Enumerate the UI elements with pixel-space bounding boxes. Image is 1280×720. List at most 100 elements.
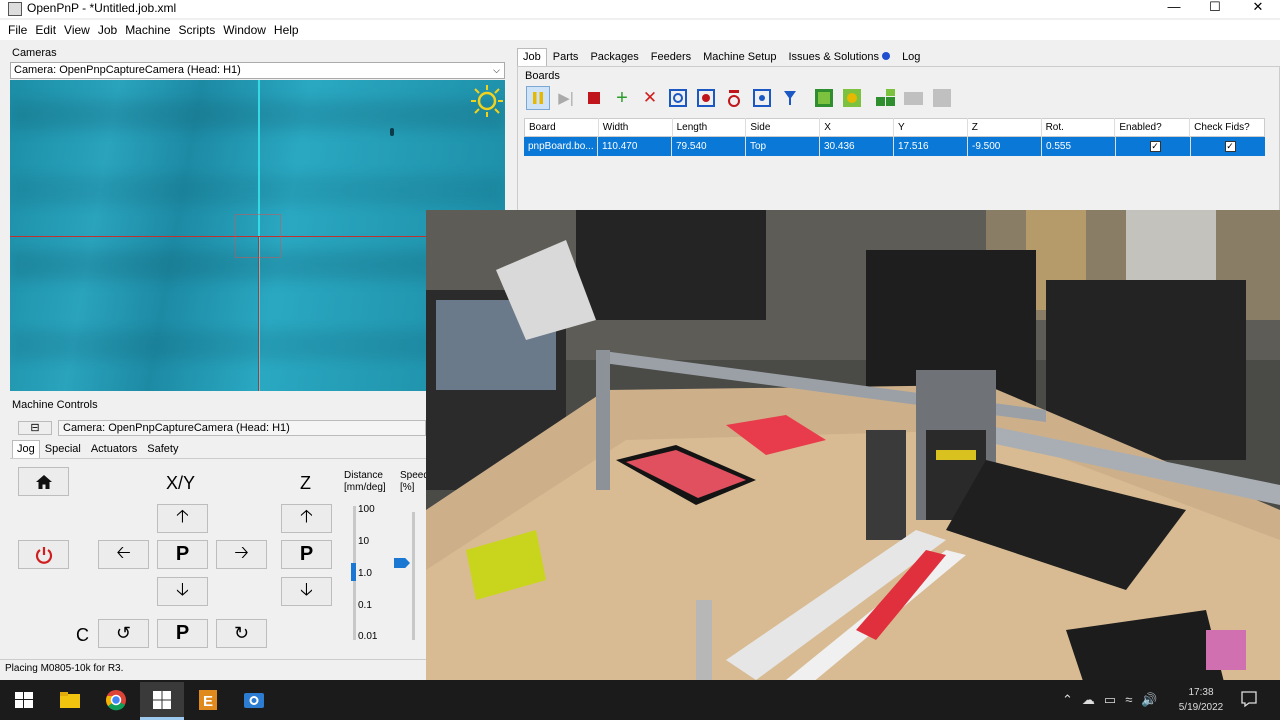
clock[interactable]: 17:38 5/19/2022 bbox=[1176, 685, 1226, 715]
tab-issues-solutions[interactable]: Issues & Solutions bbox=[783, 48, 897, 66]
column-header[interactable]: Y bbox=[894, 118, 968, 137]
jog-x-minus-button[interactable]: 🡠 bbox=[98, 540, 149, 569]
cell-length[interactable]: 79.540 bbox=[672, 137, 746, 156]
column-header[interactable]: Side bbox=[746, 118, 821, 137]
panel-disabled-button[interactable] bbox=[902, 86, 926, 110]
cell-board[interactable]: pnpBoard.bo... bbox=[524, 137, 598, 156]
tab-parts[interactable]: Parts bbox=[547, 48, 585, 66]
column-header[interactable]: Length bbox=[673, 118, 747, 137]
chevron-up-icon[interactable]: ⌃ bbox=[1062, 692, 1073, 708]
position-camera-button[interactable] bbox=[750, 86, 774, 110]
tab-safety[interactable]: Safety bbox=[142, 440, 183, 458]
battery-icon[interactable]: ▭ bbox=[1104, 692, 1116, 708]
remove-board-button[interactable]: ✕ bbox=[638, 86, 662, 110]
tab-special[interactable]: Special bbox=[40, 440, 86, 458]
close-button[interactable]: ✕ bbox=[1236, 0, 1280, 16]
camera-select[interactable]: Camera: OpenPnpCaptureCamera (Head: H1) … bbox=[10, 62, 505, 79]
openpnp-icon bbox=[153, 691, 171, 709]
park-z-button[interactable]: P bbox=[281, 540, 332, 569]
menu-edit[interactable]: Edit bbox=[31, 23, 60, 37]
menu-view[interactable]: View bbox=[60, 23, 94, 37]
board-green-button[interactable] bbox=[812, 86, 836, 110]
jog-z-minus-button[interactable]: 🡣 bbox=[281, 577, 332, 606]
tab-machine-setup[interactable]: Machine Setup bbox=[697, 48, 782, 66]
fiducial-check-button[interactable] bbox=[722, 86, 746, 110]
machine-controls-camera[interactable]: Camera: OpenPnpCaptureCamera (Head: H1) bbox=[58, 420, 426, 436]
capture-camera-button[interactable] bbox=[666, 86, 690, 110]
tab-jog[interactable]: Jog bbox=[12, 440, 40, 458]
eclipse-button[interactable]: E bbox=[196, 688, 220, 712]
arrow-up-icon: 🡡 bbox=[176, 505, 189, 526]
column-header[interactable]: X bbox=[820, 118, 894, 137]
column-header[interactable]: Z bbox=[968, 118, 1042, 137]
tab-actuators[interactable]: Actuators bbox=[86, 440, 142, 458]
plus-icon: + bbox=[616, 86, 628, 109]
panelize-button[interactable] bbox=[874, 86, 898, 110]
jog-z-plus-button[interactable]: 🡡 bbox=[281, 504, 332, 533]
cell-width[interactable]: 110.470 bbox=[598, 137, 672, 156]
windows-logo-icon bbox=[15, 692, 33, 708]
cloud-icon[interactable]: ☁ bbox=[1082, 692, 1095, 708]
stop-button[interactable] bbox=[582, 86, 606, 110]
pause-button[interactable] bbox=[526, 86, 550, 110]
power-button[interactable] bbox=[18, 540, 69, 569]
cell-z[interactable]: -9.500 bbox=[968, 137, 1042, 156]
minimize-button[interactable]: — bbox=[1152, 0, 1196, 16]
tab-job[interactable]: Job bbox=[517, 48, 547, 66]
capture-tool-button[interactable] bbox=[694, 86, 718, 110]
camera-app-button[interactable] bbox=[242, 688, 266, 712]
jog-y-minus-button[interactable]: 🡣 bbox=[157, 577, 208, 606]
title-bar: OpenPnP - *Untitled.job.xml — ☐ ✕ bbox=[0, 0, 1280, 18]
position-tool-button[interactable] bbox=[778, 86, 802, 110]
cell-side[interactable]: Top bbox=[746, 137, 820, 156]
volume-icon[interactable]: 🔊 bbox=[1141, 692, 1157, 708]
menu-file[interactable]: File bbox=[4, 23, 31, 37]
distance-slider-thumb[interactable] bbox=[351, 563, 356, 581]
speed-slider-track[interactable] bbox=[412, 512, 415, 640]
windows-start-button[interactable] bbox=[12, 688, 36, 712]
jog-y-plus-button[interactable]: 🡡 bbox=[157, 504, 208, 533]
column-header[interactable]: Check Fids? bbox=[1190, 118, 1264, 137]
arrow-down-icon: 🡣 bbox=[176, 578, 189, 599]
tab-feeders[interactable]: Feeders bbox=[645, 48, 697, 66]
home-button[interactable] bbox=[18, 467, 69, 496]
column-header[interactable]: Enabled? bbox=[1115, 118, 1191, 137]
notification-button[interactable] bbox=[1240, 690, 1258, 711]
machine-controls-tabs: Jog Special Actuators Safety bbox=[12, 440, 183, 458]
rotate-cw-button[interactable]: ↻ bbox=[216, 619, 267, 648]
tab-log[interactable]: Log bbox=[896, 48, 926, 66]
cell-y[interactable]: 17.516 bbox=[894, 137, 968, 156]
board-yellow-button[interactable] bbox=[840, 86, 864, 110]
column-header[interactable]: Board bbox=[525, 118, 599, 137]
home-icon bbox=[35, 474, 52, 489]
distance-tick: 10 bbox=[358, 536, 370, 547]
chrome-button[interactable] bbox=[104, 688, 128, 712]
cell-rot[interactable]: 0.555 bbox=[1042, 137, 1116, 156]
column-header[interactable]: Width bbox=[599, 118, 673, 137]
tab-packages[interactable]: Packages bbox=[584, 48, 644, 66]
openpnp-button[interactable] bbox=[150, 688, 174, 712]
table-row[interactable]: pnpBoard.bo... 110.470 79.540 Top 30.436… bbox=[524, 137, 1265, 156]
column-header[interactable]: Rot. bbox=[1042, 118, 1116, 137]
menu-window[interactable]: Window bbox=[219, 23, 270, 37]
panel-fid-disabled-button[interactable] bbox=[930, 86, 954, 110]
menu-scripts[interactable]: Scripts bbox=[175, 23, 220, 37]
collapse-button[interactable]: ⊟ bbox=[18, 421, 52, 435]
enabled-checkbox[interactable]: ✓ bbox=[1149, 141, 1161, 152]
jog-x-plus-button[interactable]: 🡢 bbox=[216, 540, 267, 569]
editor-e-icon: E bbox=[199, 690, 217, 710]
step-button[interactable]: ▶| bbox=[554, 86, 578, 110]
maximize-button[interactable]: ☐ bbox=[1193, 0, 1237, 16]
wifi-icon[interactable]: ≈ bbox=[1125, 692, 1132, 708]
cell-x[interactable]: 30.436 bbox=[820, 137, 894, 156]
sun-icon[interactable] bbox=[470, 84, 504, 118]
menu-help[interactable]: Help bbox=[270, 23, 303, 37]
file-explorer-button[interactable] bbox=[58, 688, 82, 712]
check-fids-checkbox[interactable]: ✓ bbox=[1224, 141, 1236, 152]
menu-job[interactable]: Job bbox=[94, 23, 121, 37]
park-c-button[interactable]: P bbox=[157, 619, 208, 648]
menu-machine[interactable]: Machine bbox=[121, 23, 174, 37]
add-board-button[interactable]: + bbox=[610, 86, 634, 110]
rotate-ccw-button[interactable]: ↺ bbox=[98, 619, 149, 648]
park-xy-button[interactable]: P bbox=[157, 540, 208, 569]
